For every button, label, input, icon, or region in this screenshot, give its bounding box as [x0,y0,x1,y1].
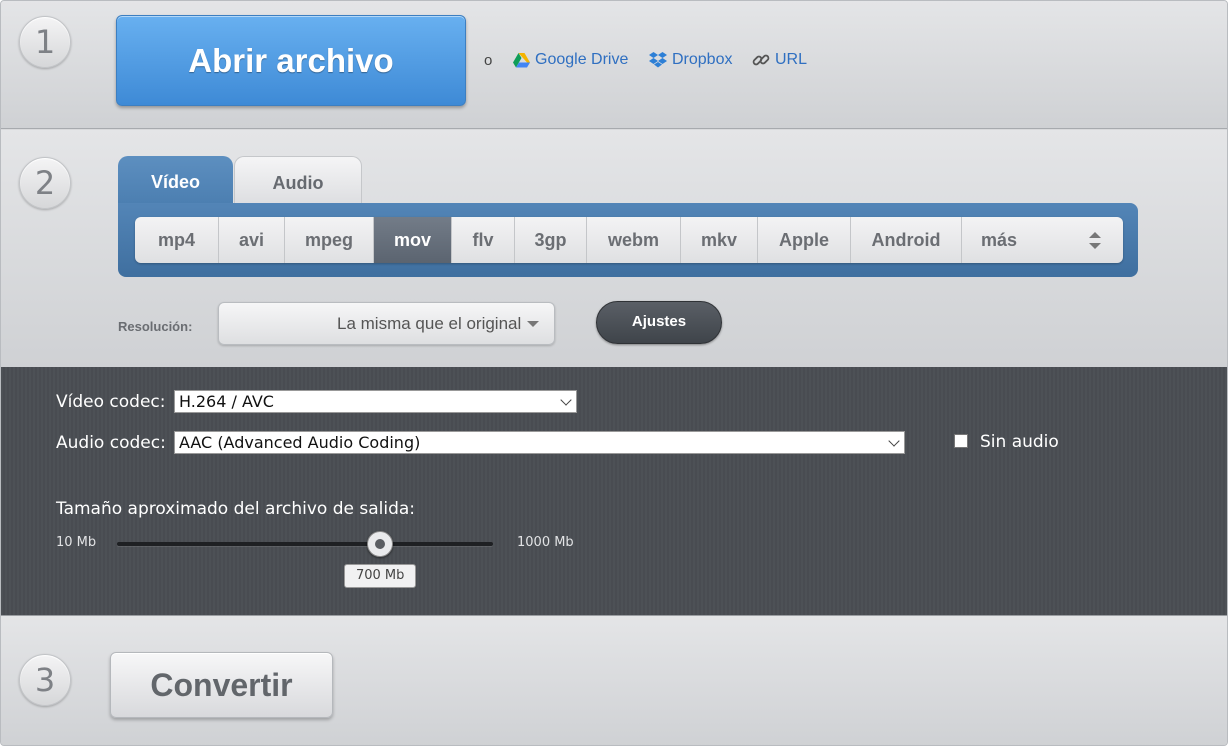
resolution-value: La misma que el original [337,314,522,333]
step-number-2: 2 [19,157,71,209]
chevron-down-icon [560,394,572,406]
format-mpeg[interactable]: mpeg [285,217,374,263]
size-slider-thumb[interactable] [367,531,394,557]
settings-panel: Vídeo codec: H.264 / AVC Audio codec: AA… [1,367,1227,615]
dropbox-label: Dropbox [672,51,733,68]
format-mov[interactable]: mov [374,217,452,263]
format-apple[interactable]: Apple [758,217,851,263]
format-mp4[interactable]: mp4 [135,217,219,263]
video-codec-value: H.264 / AVC [179,392,274,411]
open-file-button[interactable]: Abrir archivo [116,15,466,106]
step-number-3: 3 [19,654,71,706]
settings-button[interactable]: Ajustes [596,301,722,344]
google-drive-link[interactable]: Google Drive [513,51,628,69]
tab-audio[interactable]: Audio [234,156,362,206]
size-value-tooltip: 700 Mb [344,564,417,588]
step-number-1: 1 [19,16,71,68]
audio-codec-select[interactable]: AAC (Advanced Audio Coding) [174,431,905,454]
no-audio-label: Sin audio [980,432,1059,452]
url-link[interactable]: URL [752,51,807,69]
link-icon [752,54,770,66]
format-list: mp4 avi mpeg mov flv 3gp webm mkv Apple … [135,217,1123,263]
resolution-label: Resolución: [118,319,193,334]
dropbox-icon [649,52,667,68]
format-webm[interactable]: webm [587,217,681,263]
step-open-file: 1 Abrir archivo o Google Drive Dropbox U… [1,1,1227,129]
format-flv[interactable]: flv [452,217,515,263]
converter-app: 1 Abrir archivo o Google Drive Dropbox U… [0,0,1228,746]
format-bar: mp4 avi mpeg mov flv 3gp webm mkv Apple … [118,203,1138,277]
tab-video[interactable]: Vídeo [118,156,233,206]
url-label: URL [775,51,808,68]
audio-codec-label: Audio codec: [56,433,166,453]
format-mkv[interactable]: mkv [681,217,758,263]
resolution-select[interactable]: La misma que el original [218,302,555,345]
size-max-label: 1000 Mb [517,535,574,550]
or-text: o [484,52,493,69]
video-codec-label: Vídeo codec: [56,392,166,412]
caret-down-icon [527,321,539,327]
audio-codec-value: AAC (Advanced Audio Coding) [179,433,421,452]
format-avi[interactable]: avi [219,217,285,263]
chevron-down-icon [888,435,900,447]
format-3gp[interactable]: 3gp [515,217,587,263]
convert-button[interactable]: Convertir [110,652,333,718]
format-android[interactable]: Android [851,217,962,263]
size-min-label: 10 Mb [56,535,97,550]
video-codec-select[interactable]: H.264 / AVC [174,390,577,413]
up-down-arrows-icon [1089,232,1101,249]
format-more[interactable]: más [962,217,1123,263]
google-drive-label: Google Drive [535,51,629,68]
output-size-label: Tamaño aproximado del archivo de salida: [56,499,416,519]
step-choose-format: 2 Audio Vídeo mp4 avi mpeg mov flv 3gp w… [1,130,1227,367]
size-slider-track[interactable] [117,542,493,546]
step-convert: 3 Convertir [1,615,1227,745]
google-drive-icon [513,52,530,67]
dropbox-link[interactable]: Dropbox [649,51,732,69]
format-more-label: más [981,230,1018,250]
no-audio-checkbox[interactable] [954,434,968,448]
